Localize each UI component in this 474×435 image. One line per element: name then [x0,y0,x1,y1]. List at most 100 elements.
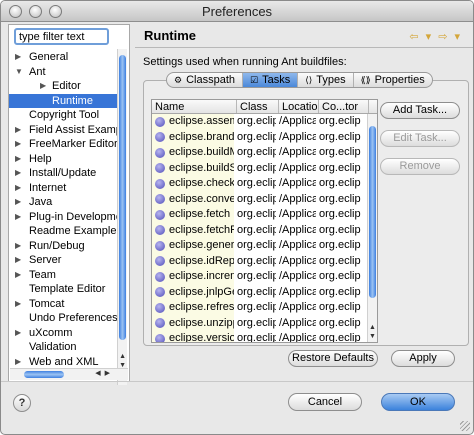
expand-arrow-icon[interactable]: ▶ [40,79,50,94]
scroll-arrows-icon[interactable]: ◀▶ [95,369,114,377]
table-row[interactable]: eclipse.refreshorg.eclips/Applicatorg.ec… [152,300,369,316]
task-icon [155,209,165,220]
sidebar-vertical-scrollbar[interactable]: ▲ ▼ [117,49,127,385]
tree-item-runtime[interactable]: Runtime [9,93,117,108]
table-row[interactable]: eclipse.brandorg.eclips/Applicatorg.ecli… [152,129,369,145]
cell-location: /Applicat [279,301,316,313]
tree-item-install-update[interactable]: ▶ Install/Update [9,166,117,181]
cell-name: eclipse.buildSc [152,160,234,176]
table-row[interactable]: eclipse.jnlpGenorg.eclips/Applicatorg.ec… [152,284,369,300]
filter-input[interactable] [14,28,109,45]
expand-arrow-icon[interactable]: ▶ [15,253,25,268]
tree-item-label: General [29,51,69,63]
column-header-location[interactable]: Location [279,100,319,113]
expand-arrow-icon[interactable]: ▶ [15,195,25,210]
scroll-arrows-icon[interactable]: ▲ ▼ [369,323,376,341]
table-row[interactable]: eclipse.generatorg.eclips/Applicatorg.ec… [152,238,369,254]
tab-tasks[interactable]: ☑ Tasks [243,73,299,87]
table-row[interactable]: eclipse.buildMaorg.eclips/Applicatorg.ec… [152,145,369,161]
remove-button[interactable]: Remove [380,158,460,175]
tree-item-tomcat[interactable]: ▶ Tomcat [9,297,117,312]
tab-types[interactable]: ⟨⟩ Types [298,73,354,87]
tree-item-java[interactable]: ▶ Java [9,195,117,210]
cell-location: /Applicat [279,285,316,298]
collapse-arrow-icon[interactable]: ▼ [15,65,25,80]
preferences-sidebar: ▶ General ▼Ant ▶Editor Runtime Copyright … [8,24,130,385]
footer-divider [1,381,473,382]
table-row[interactable]: eclipse.incremorg.eclips/Applicatorg.ecl… [152,269,369,285]
tree-item-readme-example[interactable]: Readme Example [9,224,117,239]
expand-arrow-icon[interactable]: ▶ [15,355,25,370]
tree-item-label: uXcomm [29,326,73,339]
table-row[interactable]: eclipse.buildScorg.eclips/Applicatorg.ec… [152,160,369,176]
tree-item-uxcomm[interactable]: ▶ uXcomm [9,326,117,341]
add-task-button[interactable]: Add Task... [380,102,460,119]
table-vertical-scroll-thumb[interactable] [369,126,376,298]
tree-item-help[interactable]: ▶ Help [9,152,117,167]
cell-class: org.eclips [237,192,276,205]
tree-item-run-debug[interactable]: ▶ Run/Debug [9,239,117,254]
task-name: eclipse.idRepla [169,254,234,267]
task-icon [155,302,165,313]
tree-item-template-editor[interactable]: Template Editor [9,282,117,297]
tab-label: Classpath [186,74,235,86]
tree-item-validation[interactable]: Validation [9,340,117,355]
tree-item-field-assist[interactable]: ▶ Field Assist Examp [9,123,117,138]
tree-item-web-and-xml[interactable]: ▶ Web and XML [9,355,117,370]
tree-item-copyright-tool[interactable]: Copyright Tool [9,108,117,123]
column-header-contributor[interactable]: Co...tor [319,100,369,113]
column-header-class[interactable]: Class [237,100,279,113]
tree-item-undo-preferences[interactable]: Undo Preferences [9,311,117,326]
expand-arrow-icon[interactable]: ▶ [15,181,25,196]
task-name: eclipse.assemb [169,115,234,127]
tree-item-server[interactable]: ▶ Server [9,253,117,268]
expand-arrow-icon[interactable]: ▶ [15,50,25,65]
table-row[interactable]: eclipse.idReplaorg.eclips/Applicatorg.ec… [152,253,369,269]
resize-grip-icon[interactable] [460,421,470,431]
expand-arrow-icon[interactable]: ▶ [15,297,25,312]
task-icon [155,271,165,282]
tree-item-internet[interactable]: ▶ Internet [9,181,117,196]
tree-item-editor[interactable]: ▶ Editor [9,79,117,94]
tree-item-team[interactable]: ▶ Team [9,268,117,283]
tree-item-plugin-development[interactable]: ▶ Plug-in Developme [9,210,117,225]
table-row[interactable]: eclipse.convertorg.eclips/Applicatorg.ec… [152,191,369,207]
table-row[interactable]: eclipse.unzipporg.eclips/Applicatorg.ecl… [152,315,369,331]
tree-item-ant[interactable]: ▼ Ant [9,65,117,80]
cancel-button[interactable]: Cancel [288,393,362,411]
table-row[interactable]: eclipse.fetchFilorg.eclips/Applicatorg.e… [152,222,369,238]
cell-class: org.eclips [237,115,276,127]
table-row[interactable]: eclipse.checkDorg.eclips/Applicatorg.ecl… [152,176,369,192]
help-button[interactable]: ? [13,394,31,412]
task-name: eclipse.unzipp [169,316,234,329]
table-row[interactable]: eclipse.fetch org.eclips/Applicatorg.ecli… [152,207,369,223]
expand-arrow-icon[interactable]: ▶ [15,268,25,283]
column-header-name[interactable]: Name [152,100,237,113]
edit-task-button[interactable]: Edit Task... [380,130,460,147]
expand-arrow-icon[interactable]: ▶ [15,137,25,152]
apply-button[interactable]: Apply [391,350,455,367]
expand-arrow-icon[interactable]: ▶ [15,166,25,181]
tab-classpath[interactable]: ⚙ Classpath [167,73,243,87]
table-row[interactable]: eclipse.assemborg.eclips/Applicatorg.ecl… [152,114,369,130]
task-name: eclipse.refresh [169,301,234,313]
cell-class: org.eclips [237,208,276,220]
table-vertical-scrollbar[interactable]: ▲ ▼ [367,114,377,342]
expand-arrow-icon[interactable]: ▶ [15,152,25,167]
tree-item-general[interactable]: ▶ General [9,50,117,65]
sidebar-horizontal-scroll-thumb[interactable] [24,371,64,378]
expand-arrow-icon[interactable]: ▶ [15,123,25,138]
cell-name: eclipse.fetchFil [152,222,234,238]
history-nav-icon[interactable]: ⇦ ▾ ⇨ ▾ [409,30,462,43]
expand-arrow-icon[interactable]: ▶ [15,239,25,254]
expand-arrow-icon[interactable]: ▶ [15,210,25,225]
table-row[interactable]: eclipse.versionorg.eclips/Applicatorg.ec… [152,331,369,342]
sidebar-horizontal-scrollbar[interactable]: ◀▶ [10,368,128,380]
cell-name: eclipse.brand [152,129,234,145]
tree-item-freemarker-editor[interactable]: ▶ FreeMarker Editor [9,137,117,152]
sidebar-vertical-scroll-thumb[interactable] [119,55,126,340]
expand-arrow-icon[interactable]: ▶ [15,326,25,341]
restore-defaults-button[interactable]: Restore Defaults [288,350,378,367]
ok-button[interactable]: OK [381,393,455,411]
tab-properties[interactable]: ⟪⟫ Properties [354,73,432,87]
